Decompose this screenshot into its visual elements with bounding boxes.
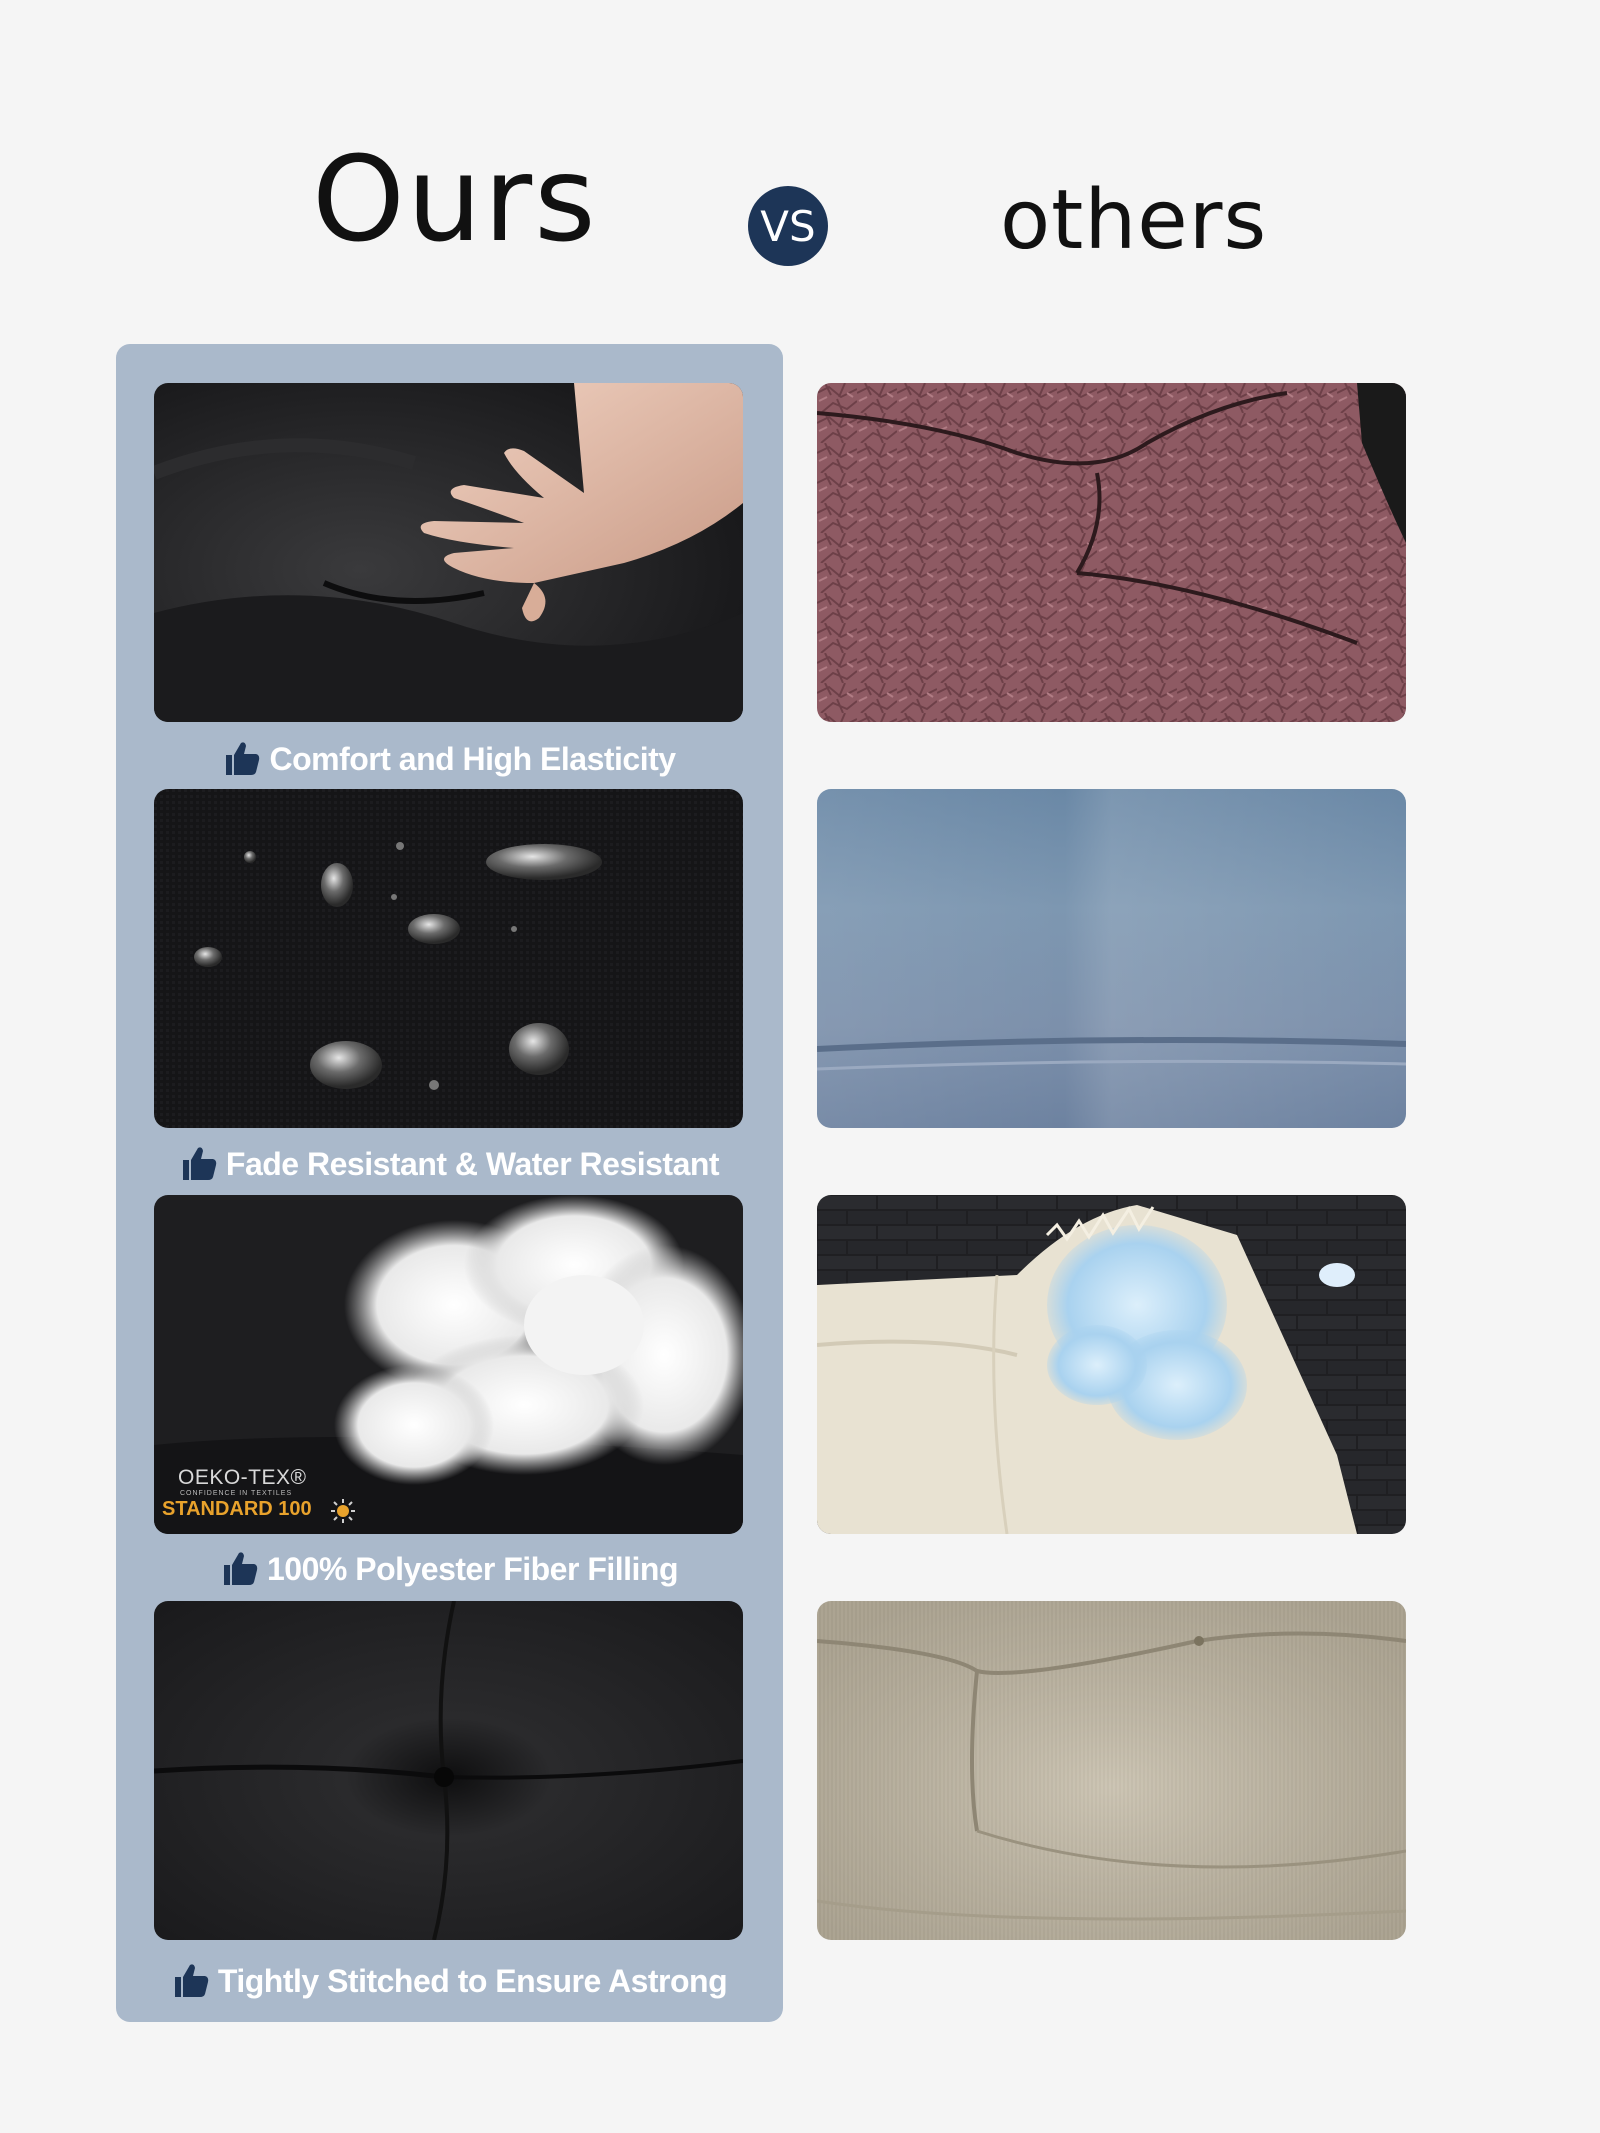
others-photo-faded: [817, 789, 1406, 1128]
feature-caption-filling: 100% Polyester Fiber Filling: [116, 1544, 783, 1594]
oeko-tex-badge: OEKO-TEX® CONFIDENCE IN TEXTILES STANDAR…: [162, 1466, 362, 1526]
thumbs-up-icon: [223, 1552, 258, 1585]
feature-caption-water: Fade Resistant & Water Resistant: [116, 1139, 783, 1189]
ours-photo-stitched: [154, 1601, 743, 1940]
feature-caption-text: Fade Resistant & Water Resistant: [225, 1145, 720, 1182]
vs-badge: VS: [748, 186, 828, 266]
feature-caption-comfort: Comfort and High Elasticity: [116, 734, 783, 784]
oeko-tex-tagline: CONFIDENCE IN TEXTILES: [180, 1490, 293, 1497]
oeko-tex-standard: STANDARD 100: [162, 1498, 312, 1520]
thumbs-up-icon: [226, 742, 260, 775]
others-photo-torn: [817, 1195, 1406, 1534]
ours-photo-comfort: [154, 383, 743, 722]
ours-photo-water: [154, 789, 743, 1128]
ours-heading: Ours: [312, 130, 598, 268]
feature-caption-text: 100% Polyester Fiber Filling: [266, 1550, 679, 1587]
thumbs-up-icon: [174, 1964, 209, 1997]
feature-caption-stitched: Tightly Stitched to Ensure Astrong: [116, 1956, 783, 2006]
feature-caption-text: Tightly Stitched to Ensure Astrong: [217, 1962, 728, 1999]
ours-photo-filling: OEKO-TEX® CONFIDENCE IN TEXTILES STANDAR…: [154, 1195, 743, 1534]
sun-icon: [331, 1499, 355, 1523]
feature-caption-text: Comfort and High Elasticity: [269, 740, 676, 777]
others-photo-flattened: [817, 1601, 1406, 1940]
others-heading: others: [1000, 173, 1268, 268]
thumbs-up-icon: [182, 1147, 217, 1180]
others-photo-wrinkled: [817, 383, 1406, 722]
oeko-tex-name: OEKO-TEX®: [178, 1466, 307, 1489]
